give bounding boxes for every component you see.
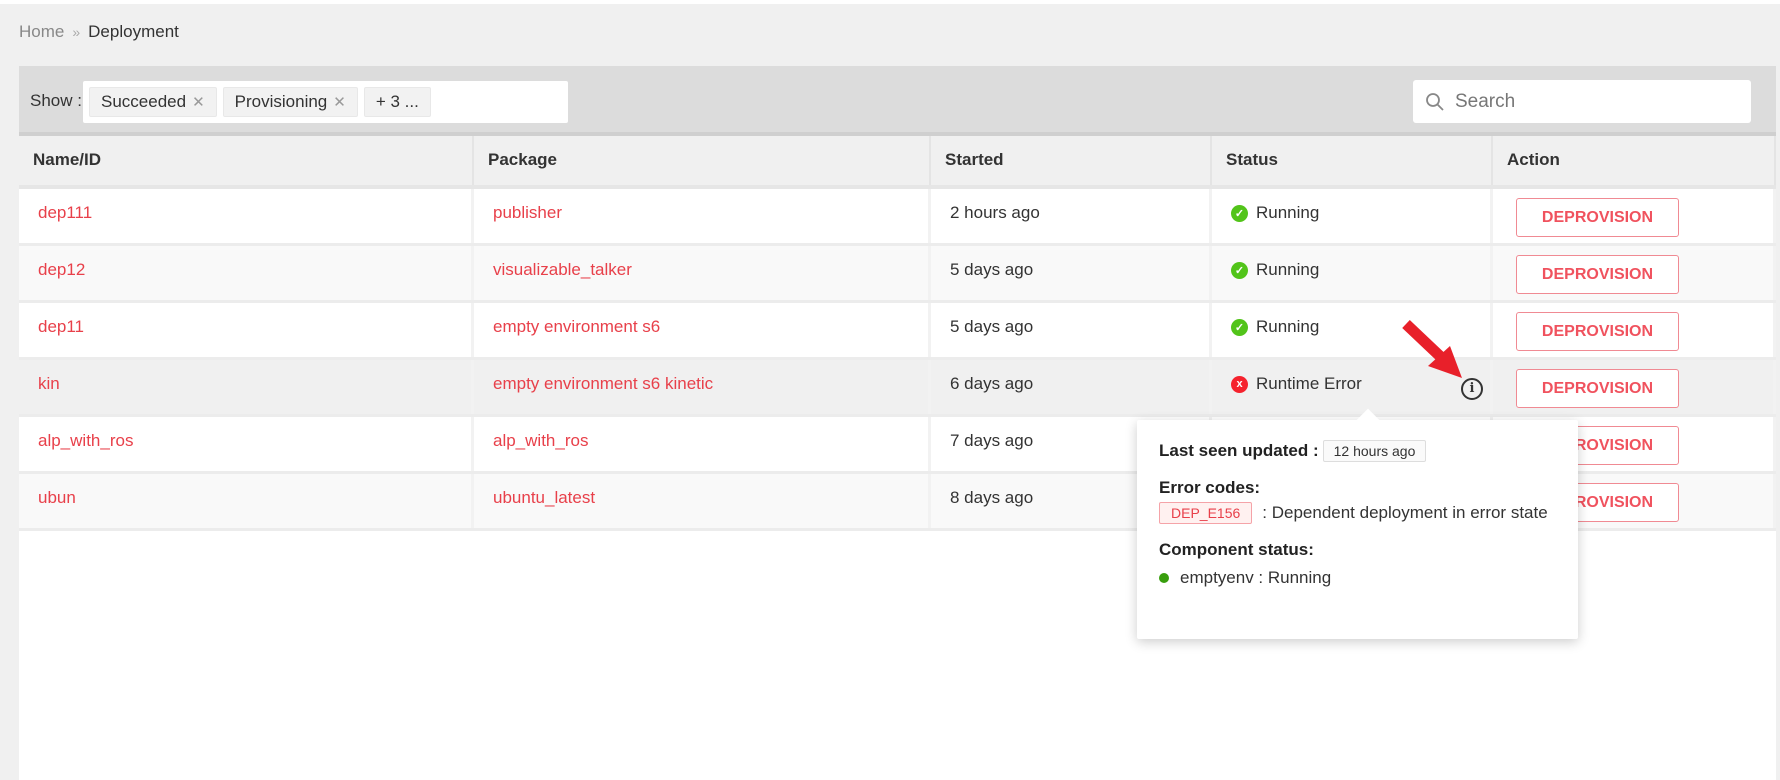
search-icon	[1426, 92, 1444, 111]
table-row: dep11 empty environment s6 5 days ago ✓ R…	[19, 303, 1776, 360]
deprovision-button[interactable]: DEPROVISION	[1516, 255, 1679, 294]
deployment-name-link[interactable]: dep11	[38, 317, 84, 336]
red-arrow-annotation	[1402, 320, 1462, 378]
package-link[interactable]: empty environment s6	[493, 317, 660, 336]
status-text: Runtime Error	[1256, 374, 1362, 393]
table-row: dep111 publisher 2 hours ago ✓ Running DE…	[19, 189, 1776, 246]
check-circle-icon: ✓	[1231, 261, 1248, 279]
error-description: : Dependent deployment in error state	[1262, 503, 1548, 522]
component-status-label: Component status:	[1159, 540, 1314, 559]
header-started[interactable]: Started	[931, 136, 1212, 185]
breadcrumb-current: Deployment	[88, 22, 179, 41]
info-icon[interactable]: i	[1461, 378, 1483, 400]
filter-bar: Show : Succeeded ✕ Provisioning ✕ + 3 ... …	[19, 66, 1776, 136]
started-cell: 5 days ago	[931, 303, 1212, 357]
started-cell: 6 days ago	[931, 360, 1212, 414]
package-link[interactable]: visualizable_talker	[493, 260, 632, 279]
error-circle-icon: x	[1231, 375, 1248, 393]
top-border	[0, 0, 1780, 4]
breadcrumb: Home » Deployment	[19, 22, 179, 42]
breadcrumb-home[interactable]: Home	[19, 22, 64, 41]
search-input[interactable]: Search	[1413, 80, 1751, 123]
header-package[interactable]: Package	[474, 136, 931, 185]
deprovision-button[interactable]: DEPROVISION	[1516, 369, 1679, 408]
deployment-name-link[interactable]: alp_with_ros	[38, 431, 133, 450]
check-circle-icon: ✓	[1231, 318, 1248, 336]
package-link[interactable]: publisher	[493, 203, 562, 222]
header-action: Action	[1493, 136, 1776, 185]
close-icon[interactable]: ✕	[333, 93, 346, 111]
status-text: Running	[1256, 317, 1320, 336]
breadcrumb-separator: »	[72, 24, 81, 40]
package-link[interactable]: empty environment s6 kinetic	[493, 374, 713, 393]
status-cell: ✓ Running	[1231, 260, 1490, 280]
filter-tag-succeeded: Succeeded ✕	[89, 87, 217, 117]
header-name[interactable]: Name/ID	[19, 136, 474, 185]
package-link[interactable]: ubuntu_latest	[493, 488, 595, 507]
deployment-name-link[interactable]: dep12	[38, 260, 85, 279]
last-seen-line: Last seen updated :12 hours ago	[1159, 440, 1556, 462]
status-cell: ✓ Running	[1231, 203, 1490, 223]
error-details-popover: Last seen updated :12 hours ago Error co…	[1137, 420, 1578, 639]
table-header: Name/ID Package Started Status Action	[19, 136, 1776, 189]
filter-tag-provisioning: Provisioning ✕	[222, 87, 358, 117]
deployment-name-link[interactable]: dep111	[38, 203, 92, 222]
table-row: dep12 visualizable_talker 5 days ago ✓ Ru…	[19, 246, 1776, 303]
tag-label: Provisioning	[234, 92, 328, 111]
status-filter-select[interactable]: Succeeded ✕ Provisioning ✕ + 3 ...	[83, 81, 568, 123]
deployment-name-link[interactable]: kin	[38, 374, 60, 393]
component-status: emptyenv : Running	[1180, 568, 1332, 587]
package-link[interactable]: alp_with_ros	[493, 431, 588, 450]
error-code-badge: DEP_E156	[1159, 502, 1253, 524]
last-seen-badge: 12 hours ago	[1322, 440, 1427, 462]
show-label: Show :	[30, 91, 82, 110]
status-text: Running	[1256, 203, 1320, 222]
search-placeholder: Search	[1455, 90, 1516, 112]
close-icon[interactable]: ✕	[192, 93, 205, 111]
error-codes-label: Error codes:	[1159, 478, 1261, 497]
deprovision-button[interactable]: DEPROVISION	[1516, 312, 1679, 351]
deployment-name-link[interactable]: ubun	[38, 488, 76, 507]
check-circle-icon: ✓	[1231, 204, 1248, 222]
started-cell: 5 days ago	[931, 246, 1212, 300]
deprovision-button[interactable]: DEPROVISION	[1516, 198, 1679, 237]
started-cell: 2 hours ago	[931, 189, 1212, 243]
tag-label: Succeeded	[101, 92, 187, 111]
table-row: kin empty environment s6 kinetic 6 days …	[19, 360, 1776, 417]
header-status[interactable]: Status	[1212, 136, 1493, 185]
status-dot	[1159, 573, 1169, 583]
status-text: Running	[1256, 260, 1320, 279]
filter-tag-more[interactable]: + 3 ...	[363, 87, 431, 117]
last-seen-label: Last seen updated :	[1159, 441, 1319, 460]
